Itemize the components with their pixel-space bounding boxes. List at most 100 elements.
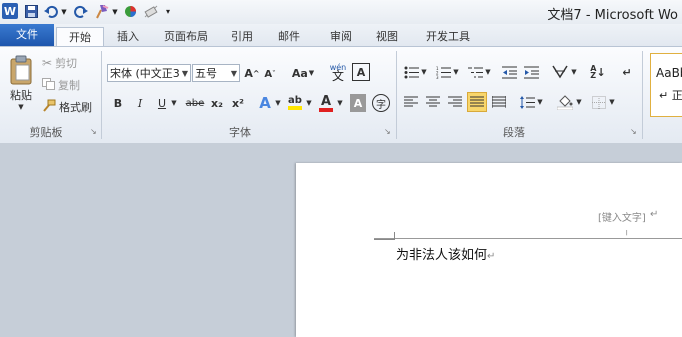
tab-review[interactable]: 审阅 <box>320 27 362 46</box>
title-bar: W ▼ ▼ ▾ 文档7 - Microsoft Wo <box>0 0 682 24</box>
clipboard-launcher-icon[interactable]: ↘ <box>90 127 97 136</box>
ribbon-tabs: 文件 开始 插入 页面布局 引用 邮件 审阅 视图 开发工具 <box>0 24 682 47</box>
copy-button[interactable]: 复制 <box>42 77 92 93</box>
word-logo-icon[interactable]: W <box>2 3 18 19</box>
shrink-font-button[interactable]: Aˇ <box>263 66 277 82</box>
paragraph-launcher-icon[interactable]: ↘ <box>630 127 637 136</box>
font-color-dropdown-icon[interactable]: ▼ <box>336 95 344 111</box>
asian-layout-dropdown-icon[interactable]: ▼ <box>570 65 578 79</box>
shading-dropdown-icon[interactable]: ▼ <box>575 95 583 109</box>
shading-bucket-icon[interactable] <box>555 92 575 112</box>
superscript-button[interactable]: x² <box>229 94 247 112</box>
format-painter-label: 格式刷 <box>59 101 92 114</box>
body-text: 为非法人该如何 <box>396 248 488 263</box>
underline-dropdown-icon[interactable]: ▼ <box>170 95 178 111</box>
highlight-button[interactable]: ab <box>286 93 304 113</box>
distributed-icon[interactable] <box>490 93 508 111</box>
bullets-dropdown-icon[interactable]: ▼ <box>420 65 428 79</box>
change-case-button[interactable]: Aa ▼ <box>290 64 316 82</box>
header-placeholder[interactable]: [键入文字] <box>598 209 646 224</box>
tab-marker-icon: ╷ <box>624 226 630 236</box>
paste-button[interactable]: 粘贴 <box>6 87 36 103</box>
text-effects-dropdown-icon[interactable]: ▼ <box>274 95 282 111</box>
paste-dropdown-icon[interactable]: ▼ <box>14 102 28 112</box>
character-shading-button[interactable]: A <box>350 94 366 112</box>
tab-mailings[interactable]: 邮件 <box>268 27 310 46</box>
grow-font-button[interactable]: A ^ <box>244 64 260 82</box>
group-divider <box>642 51 643 139</box>
decrease-indent-icon[interactable] <box>500 63 518 81</box>
chevron-down-icon: ▼ <box>181 69 188 78</box>
shrink-font-label: A <box>264 68 273 80</box>
style-preview-text: AaBb <box>656 66 682 80</box>
style-normal-tile[interactable]: AaBb ↵ 正 <box>650 53 682 117</box>
font-name-combo[interactable]: 宋体 (中文正3 ▼ <box>107 64 191 82</box>
format-painter-button[interactable]: 格式刷 <box>42 99 98 115</box>
tab-references[interactable]: 引用 <box>222 27 262 46</box>
tab-insert[interactable]: 插入 <box>108 27 148 46</box>
line-spacing-dropdown-icon[interactable]: ▼ <box>536 95 544 109</box>
tab-home[interactable]: 开始 <box>56 27 104 47</box>
highlight-dropdown-icon[interactable]: ▼ <box>305 95 313 111</box>
margin-corner-mark <box>394 232 395 240</box>
tab-developer[interactable]: 开发工具 <box>416 27 480 46</box>
caret-up-icon: ^ <box>252 68 260 78</box>
enclose-characters-button[interactable]: 字 <box>372 94 390 112</box>
bullets-icon[interactable] <box>402 63 420 81</box>
multilevel-list-icon[interactable] <box>466 63 484 81</box>
sort-icon[interactable]: A Z ↓ <box>588 63 608 81</box>
paragraph-mark-icon: ↵ <box>487 251 496 262</box>
brush-icon[interactable] <box>94 3 110 20</box>
phonetic-guide-button[interactable]: wén 文 <box>328 62 348 82</box>
color-wheel-icon[interactable] <box>123 3 137 20</box>
italic-button[interactable]: I <box>132 94 148 112</box>
align-center-icon[interactable] <box>424 93 442 111</box>
group-divider <box>101 51 102 139</box>
undo-icon[interactable] <box>44 3 58 20</box>
clipboard-icon[interactable] <box>6 53 36 87</box>
paintbrush-icon <box>42 99 56 115</box>
align-left-icon[interactable] <box>402 93 420 111</box>
floppy-disk-icon[interactable] <box>24 3 38 20</box>
copy-label: 复制 <box>58 79 80 92</box>
subscript-button[interactable]: x₂ <box>208 94 226 112</box>
justify-icon[interactable] <box>467 92 487 112</box>
brush-dropdown-icon[interactable]: ▼ <box>111 3 119 20</box>
asian-layout-icon[interactable] <box>550 63 570 81</box>
cut-button[interactable]: ✂ 剪切 <box>42 55 92 71</box>
eraser-icon[interactable] <box>144 3 158 20</box>
increase-indent-icon[interactable] <box>522 63 540 81</box>
font-color-label: A <box>320 93 332 109</box>
underline-button[interactable]: U <box>154 94 170 112</box>
multilevel-dropdown-icon[interactable]: ▼ <box>484 65 492 79</box>
chevron-down-icon: ▼ <box>308 69 315 77</box>
align-right-icon[interactable] <box>446 93 464 111</box>
repeat-icon[interactable] <box>74 3 88 20</box>
tab-page-layout[interactable]: 页面布局 <box>154 27 218 46</box>
character-border-button[interactable]: A <box>352 63 370 81</box>
tab-file[interactable]: 文件 <box>0 24 54 46</box>
numbering-icon[interactable]: 123 <box>434 63 452 81</box>
show-marks-icon[interactable]: ↵ <box>620 63 634 81</box>
font-launcher-icon[interactable]: ↘ <box>384 127 391 136</box>
ribbon: 粘贴 ▼ ✂ 剪切 复制 格式刷 剪贴板 ↘ 宋体 (中文正3 ▼ 五号 ▼ A… <box>0 46 682 144</box>
document-body-text[interactable]: 为非法人该如何↵ <box>396 244 495 263</box>
tab-view[interactable]: 视图 <box>366 27 408 46</box>
undo-dropdown-icon[interactable]: ▼ <box>60 3 68 20</box>
borders-dropdown-icon[interactable]: ▼ <box>608 95 616 109</box>
font-color-button[interactable]: A <box>318 93 334 113</box>
line-spacing-icon[interactable] <box>518 93 536 111</box>
bold-button[interactable]: B <box>110 94 126 112</box>
dropdown-arrow-icon[interactable]: ▾ <box>163 3 173 20</box>
text-effects-button[interactable]: A <box>256 93 274 113</box>
style-name: ↵ 正 <box>659 89 682 102</box>
borders-icon[interactable] <box>590 93 608 111</box>
header-separator-line <box>374 238 682 239</box>
phonetic-icon: wén 文 <box>329 63 347 83</box>
highlight-label: ab <box>288 95 302 106</box>
paragraph-group-label: 段落 <box>503 126 525 139</box>
group-divider <box>396 51 397 139</box>
font-size-combo[interactable]: 五号 ▼ <box>192 64 240 82</box>
numbering-dropdown-icon[interactable]: ▼ <box>452 65 460 79</box>
strikethrough-button[interactable]: abe <box>184 94 206 112</box>
